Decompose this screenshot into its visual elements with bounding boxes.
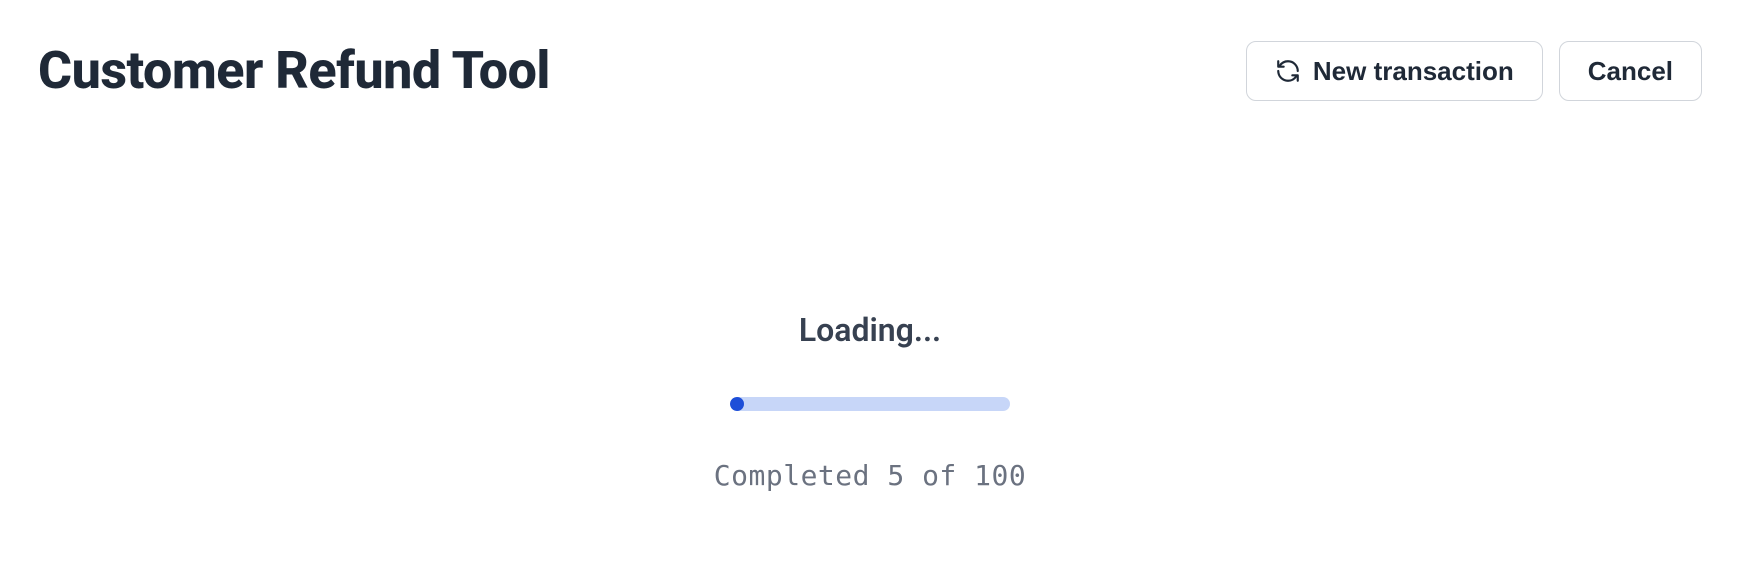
cancel-button[interactable]: Cancel [1559,41,1702,101]
cancel-label: Cancel [1588,58,1673,84]
progress-status: Completed 5 of 100 [714,459,1026,492]
new-transaction-label: New transaction [1313,58,1514,84]
header-actions: New transaction Cancel [1246,41,1702,101]
refresh-icon [1275,58,1301,84]
loading-text: Loading... [799,311,941,349]
new-transaction-button[interactable]: New transaction [1246,41,1543,101]
progress-bar [730,397,1010,411]
header: Customer Refund Tool New transaction Can… [38,40,1702,101]
progress-fill [730,397,744,411]
loading-area: Loading... Completed 5 of 100 [38,311,1702,492]
page-title: Customer Refund Tool [38,40,550,101]
